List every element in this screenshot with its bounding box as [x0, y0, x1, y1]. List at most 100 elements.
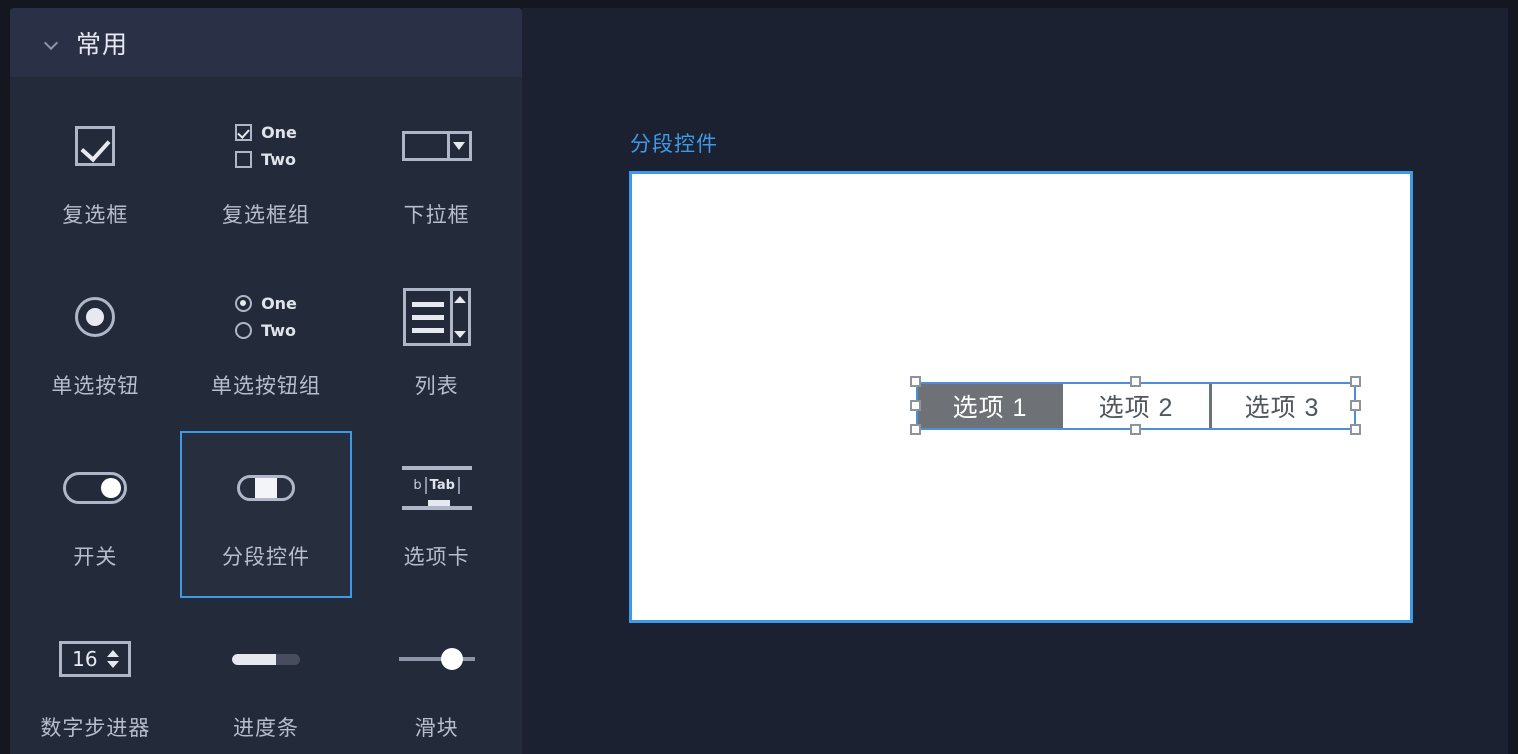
number-spinner-icon-wrap: 16 [10, 622, 181, 696]
component-palette-sidebar: 常用 复选框 One Two 复选框组 下拉框 单选按钮 One Two 单选按… [10, 8, 522, 754]
palette-item-radio-button[interactable]: 单选按钮 [10, 258, 181, 429]
palette-item-label: 滑块 [414, 717, 459, 740]
checkbox-group-row-two: Two [235, 150, 297, 169]
tab-control-icon: b Tab [401, 466, 472, 510]
resize-handle-bottom-left[interactable] [910, 424, 921, 435]
checkbox-group-option-two: Two [261, 150, 296, 169]
triangle-down-icon [454, 331, 467, 338]
checkbox-icon [75, 126, 116, 166]
segment-option-2[interactable]: 选项 2 [1063, 383, 1209, 429]
palette-grid: 复选框 One Two 复选框组 下拉框 单选按钮 One Two 单选按钮组 … [10, 77, 522, 754]
resize-handle-middle-right[interactable] [1350, 400, 1361, 411]
preview-title: 分段控件 [630, 133, 718, 156]
segment-option-3[interactable]: 选项 3 [1209, 383, 1355, 429]
palette-item-label: 进度条 [232, 717, 299, 740]
radio-group-icon: One Two [235, 294, 297, 340]
tab-labels-row: b Tab [402, 477, 472, 494]
list-row-line [411, 314, 444, 320]
unchecked-box-icon [235, 151, 253, 168]
radio-unselected-icon [235, 322, 253, 339]
combobox-arrow-area [446, 134, 469, 158]
palette-item-segmented-control[interactable]: 分段控件 [179, 429, 352, 600]
tab-divider [457, 477, 460, 494]
segmented-control-icon [236, 475, 295, 501]
preview-panel: 分段控件 选项 1 选项 2 选项 3 [522, 8, 1508, 754]
palette-item-label: 复选框组 [221, 204, 310, 227]
resize-handle-top-right[interactable] [1350, 376, 1361, 387]
resize-handle-bottom-right[interactable] [1350, 424, 1361, 435]
palette-item-label: 列表 [414, 375, 459, 398]
palette-item-progress-bar[interactable]: 进度条 [181, 600, 352, 754]
triangle-down-icon [453, 142, 466, 150]
palette-item-list[interactable]: 列表 [351, 258, 522, 429]
slider-icon-wrap [351, 622, 522, 696]
palette-item-switch[interactable]: 开关 [10, 429, 181, 600]
radio-group-row-one: One [235, 294, 297, 313]
progress-bar-icon [231, 653, 300, 665]
palette-section-header[interactable]: 常用 [10, 8, 522, 77]
palette-item-label: 单选按钮 [51, 375, 140, 398]
slider-knob [440, 648, 463, 670]
resize-handle-top-center[interactable] [1130, 376, 1141, 387]
palette-item-label: 选项卡 [403, 546, 470, 569]
palette-item-checkbox[interactable]: 复选框 [10, 87, 181, 258]
radio-group-row-two: Two [235, 321, 297, 340]
list-icon [402, 288, 471, 346]
checkbox-group-icon-wrap: One Two [181, 109, 352, 183]
palette-item-number-spinner[interactable]: 16 数字步进器 [10, 600, 181, 754]
palette-item-slider[interactable]: 滑块 [351, 600, 522, 754]
progress-bar-icon-wrap [181, 622, 352, 696]
radio-group-option-one: One [261, 294, 297, 313]
palette-item-label: 开关 [73, 546, 118, 569]
resize-handle-top-left[interactable] [910, 376, 921, 387]
tab-control-icon-wrap: b Tab [351, 451, 522, 525]
palette-item-checkbox-group[interactable]: One Two 复选框组 [181, 87, 352, 258]
combobox-field-area [405, 134, 447, 158]
checked-box-icon [235, 124, 253, 141]
list-icon-wrap [351, 280, 522, 354]
radio-button-icon-wrap [10, 280, 181, 354]
triangle-up-icon [454, 296, 467, 303]
chevron-down-icon[interactable] [45, 36, 59, 50]
design-canvas[interactable]: 选项 1 选项 2 选项 3 [629, 171, 1413, 623]
list-row-line [411, 327, 444, 333]
palette-item-label: 复选框 [62, 204, 129, 227]
triangle-up-icon [106, 650, 119, 657]
tab-label-left: b [413, 478, 422, 493]
list-scrollbar-area [449, 291, 468, 343]
palette-item-label: 数字步进器 [40, 717, 151, 740]
segment-left [240, 478, 255, 498]
segmented-control-widget[interactable]: 选项 1 选项 2 选项 3 [916, 382, 1356, 430]
palette-item-tab-control[interactable]: b Tab 选项卡 [351, 429, 522, 600]
tab-label-right: Tab [429, 478, 455, 493]
switch-icon [63, 472, 128, 504]
palette-item-radio-group[interactable]: One Two 单选按钮组 [181, 258, 352, 429]
tab-divider [424, 477, 427, 494]
palette-section-title: 常用 [76, 30, 129, 59]
combobox-icon [401, 131, 472, 161]
slider-track [398, 657, 475, 661]
progress-bar-fill [231, 653, 276, 665]
palette-item-combobox[interactable]: 下拉框 [351, 87, 522, 258]
checkbox-group-option-one: One [261, 123, 297, 142]
resize-handle-middle-left[interactable] [910, 400, 921, 411]
radio-selected-icon [235, 295, 253, 312]
checkbox-icon-wrap [10, 109, 181, 183]
resize-handle-bottom-center[interactable] [1130, 424, 1141, 435]
combobox-icon-wrap [351, 109, 522, 183]
segment-option-1[interactable]: 选项 1 [917, 383, 1063, 429]
radio-button-icon [75, 297, 116, 337]
number-spinner-icon: 16 [59, 641, 132, 677]
segment-right [277, 478, 292, 498]
radio-group-icon-wrap: One Two [181, 280, 352, 354]
list-rows-area [406, 291, 450, 343]
checkbox-group-row-one: One [235, 123, 297, 142]
selected-widget-wrapper[interactable]: 选项 1 选项 2 选项 3 [910, 376, 1361, 435]
spinner-value: 16 [72, 647, 98, 671]
triangle-down-icon [106, 661, 119, 668]
palette-item-label: 下拉框 [403, 204, 470, 227]
switch-icon-wrap [10, 451, 181, 525]
tab-bottom-rule [401, 506, 472, 510]
palette-item-label: 分段控件 [221, 546, 310, 569]
app-root: 常用 复选框 One Two 复选框组 下拉框 单选按钮 One Two 单选按… [0, 0, 1518, 754]
